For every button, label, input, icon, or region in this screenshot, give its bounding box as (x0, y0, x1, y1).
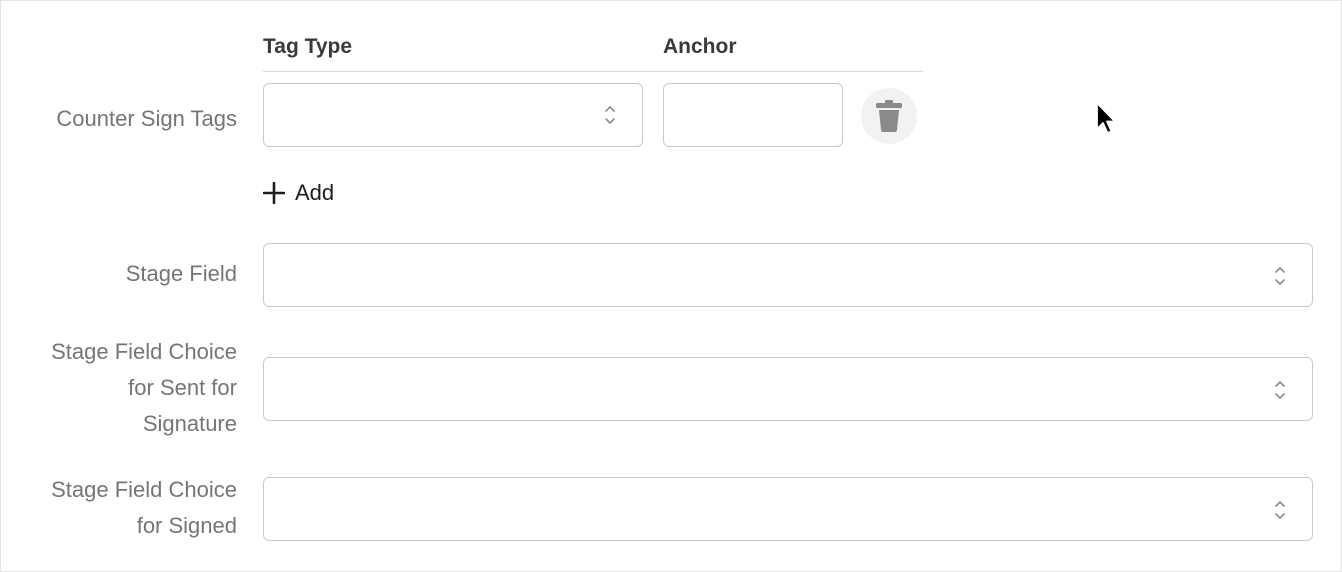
stage-choice-sent-label: Stage Field Choice for Sent for Signatur… (51, 334, 237, 442)
trash-icon (876, 100, 902, 132)
anchor-header: Anchor (663, 35, 737, 58)
plus-icon (263, 182, 285, 204)
stage-field-select[interactable] (263, 243, 1313, 307)
chevron-updown-icon (1275, 267, 1285, 285)
tag-type-select[interactable] (263, 83, 643, 147)
stage-field-label: Stage Field (125, 261, 237, 286)
stage-choice-sent-label-line: Stage Field Choice (51, 339, 237, 364)
mouse-pointer-icon (1096, 102, 1116, 134)
chevron-updown-icon (1275, 381, 1285, 399)
chevron-updown-icon (1275, 501, 1285, 519)
add-tag-button[interactable]: Add (263, 177, 334, 209)
stage-choice-signed-label: Stage Field Choice for Signed (51, 472, 237, 544)
stage-choice-signed-select[interactable] (263, 477, 1313, 541)
header-divider (263, 71, 923, 72)
counter-sign-tags-label: Counter Sign Tags (56, 106, 237, 131)
stage-choice-sent-label-line: for Sent for (128, 375, 237, 400)
form-panel: Tag Type Anchor Counter Sign Tags Add St… (0, 0, 1342, 572)
stage-choice-signed-label-line: Stage Field Choice (51, 477, 237, 502)
tag-type-header: Tag Type (263, 35, 353, 58)
anchor-input[interactable] (663, 83, 843, 147)
stage-choice-sent-select[interactable] (263, 357, 1313, 421)
chevron-updown-icon (605, 106, 615, 124)
add-label: Add (295, 180, 335, 205)
delete-tag-button[interactable] (861, 88, 917, 144)
stage-choice-sent-label-line: Signature (142, 411, 237, 436)
stage-choice-signed-label-line: for Signed (136, 513, 237, 538)
